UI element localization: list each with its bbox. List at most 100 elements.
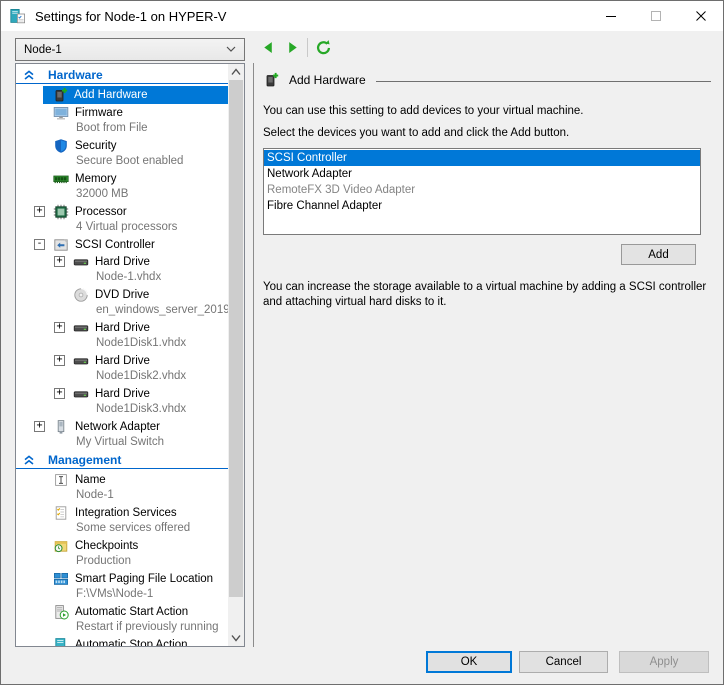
device-option-network-adapter[interactable]: Network Adapter (264, 166, 700, 182)
tree-item-subtext: Restart if previously running (16, 620, 228, 636)
tree-item-subtext: Some services offered (16, 521, 228, 537)
device-option-scsi-controller[interactable]: SCSI Controller (264, 150, 700, 166)
ok-button[interactable]: OK (426, 651, 512, 673)
minimize-button[interactable] (588, 1, 633, 31)
sidebar-scrollbar[interactable] (228, 64, 244, 646)
hard-drive-icon (73, 254, 89, 270)
smart-paging-icon (53, 571, 69, 587)
tree-item-subtext: Node-1 (16, 488, 228, 504)
maximize-button[interactable] (633, 1, 678, 31)
add-button[interactable]: Add (621, 244, 696, 265)
device-listbox[interactable]: SCSI ControllerNetwork AdapterRemoteFX 3… (263, 148, 701, 235)
add-hardware-icon (52, 87, 68, 103)
tree-item-automatic-start-action[interactable]: Automatic Start Action (16, 603, 228, 620)
scsi-controller-icon (53, 237, 69, 253)
tree-item-label: Processor (75, 206, 127, 218)
scroll-down-icon (231, 634, 241, 642)
tree-item-subtext: en_windows_server_2019... (16, 303, 228, 319)
scroll-up-icon (231, 68, 241, 76)
tree-item-name[interactable]: Name (16, 471, 228, 488)
tree-item-subtext: Node1Disk2.vhdx (16, 369, 228, 385)
window-controls (588, 1, 723, 31)
refresh-icon (315, 39, 332, 56)
panel-title: Add Hardware (289, 73, 366, 87)
tree-item-label: SCSI Controller (75, 239, 155, 251)
expand-icon[interactable]: + (34, 206, 45, 217)
auto-stop-icon (53, 637, 69, 647)
add-button-row: Add (263, 244, 701, 265)
tree-item-smart-paging-file-location[interactable]: Smart Paging File Location (16, 570, 228, 587)
tree-item-label: Hard Drive (95, 322, 150, 334)
chevron-double-up-icon (23, 69, 35, 81)
tree-item-security[interactable]: Security (16, 137, 228, 154)
navigate-forward-button[interactable] (285, 40, 300, 55)
tree-item-integration-services[interactable]: Integration Services (16, 504, 228, 521)
tree-item-scsi-controller[interactable]: - SCSI Controller (16, 236, 228, 253)
tree-item-label: DVD Drive (95, 289, 149, 301)
network-adapter-icon (53, 419, 69, 435)
scrollbar-thumb[interactable] (229, 80, 243, 597)
tree-item-add-hardware[interactable]: Add Hardware (43, 86, 228, 104)
tree-item-subtext: Boot from File (16, 121, 228, 137)
scroll-down-button[interactable] (228, 630, 244, 646)
tree-item-automatic-stop-action[interactable]: Automatic Stop Action (16, 636, 228, 646)
back-arrow-icon (261, 40, 276, 55)
tree-item-subtext: 4 Virtual processors (16, 220, 228, 236)
tree-item-hard-drive[interactable]: +Hard Drive (16, 253, 228, 270)
add-hardware-panel: Add Hardware You can use this setting to… (263, 63, 711, 322)
expand-icon[interactable]: + (54, 256, 65, 267)
expand-icon[interactable]: + (54, 355, 65, 366)
panel-header: Add Hardware (263, 71, 711, 89)
section-header-label: Hardware (48, 68, 103, 82)
add-hardware-icon (263, 72, 279, 88)
settings-navigation-list: Hardware Add Hardware Firmware Boot from Fi… (15, 63, 245, 647)
tree-item-subtext: Node1Disk3.vhdx (16, 402, 228, 418)
settings-dialog: Settings for Node-1 on HYPER-V Node-1 Ha… (0, 0, 724, 685)
navigate-back-button[interactable] (261, 40, 276, 55)
security-icon (53, 138, 69, 154)
tree-item-network-adapter[interactable]: + Network Adapter (16, 418, 228, 435)
vm-selector-dropdown[interactable]: Node-1 (15, 38, 245, 61)
expand-icon[interactable]: + (34, 421, 45, 432)
hyperv-settings-app-icon (10, 8, 26, 24)
toolbar-separator (307, 38, 308, 57)
tree-item-checkpoints[interactable]: Checkpoints (16, 537, 228, 554)
collapse-icon[interactable]: - (34, 239, 45, 250)
tree-item-subtext: Node1Disk1.vhdx (16, 336, 228, 352)
tree-item-subtext: Production (16, 554, 228, 570)
close-button[interactable] (678, 1, 723, 31)
chevron-double-up-icon (23, 454, 35, 466)
tree-item-label: Automatic Stop Action (75, 639, 188, 647)
auto-start-icon (53, 604, 69, 620)
tree-item-hard-drive[interactable]: + Hard Drive (16, 385, 228, 402)
tree-item-label: Firmware (75, 107, 123, 119)
tree-item-label: Checkpoints (75, 540, 138, 552)
tree-item-label: Security (75, 140, 117, 152)
scroll-up-button[interactable] (228, 64, 244, 80)
processor-icon (53, 204, 69, 220)
expand-icon[interactable]: + (54, 322, 65, 333)
tree-item-processor[interactable]: + Processor (16, 203, 228, 220)
tree-item-dvd-drive[interactable]: DVD Drive (16, 286, 228, 303)
forward-arrow-icon (285, 40, 300, 55)
tree-item-firmware[interactable]: Firmware (16, 104, 228, 121)
section-header-management[interactable]: Management (16, 452, 228, 469)
tree-item-label: Name (75, 474, 106, 486)
cancel-button[interactable]: Cancel (519, 651, 608, 673)
tree-item-label: Network Adapter (75, 421, 160, 433)
refresh-button[interactable] (315, 39, 332, 56)
close-icon (696, 11, 706, 21)
tree-item-label: Integration Services (75, 507, 177, 519)
tree-item-memory[interactable]: Memory (16, 170, 228, 187)
device-option-fibre-channel-adapter[interactable]: Fibre Channel Adapter (264, 198, 700, 214)
tree-item-hard-drive[interactable]: +Hard Drive (16, 352, 228, 369)
expand-icon[interactable]: + (54, 388, 65, 399)
tree-item-subtext: Node-1.vhdx (16, 270, 228, 286)
tree-item-label: Hard Drive (95, 388, 150, 400)
section-header-hardware[interactable]: Hardware (16, 67, 228, 84)
tree-item-hard-drive[interactable]: + Hard Drive (16, 319, 228, 336)
hard-drive-icon (73, 320, 89, 336)
sidebar-tree: Hardware Add Hardware Firmware Boot from Fi… (16, 64, 228, 646)
tree-item-label: Memory (75, 173, 117, 185)
dvd-drive-icon (73, 287, 89, 303)
